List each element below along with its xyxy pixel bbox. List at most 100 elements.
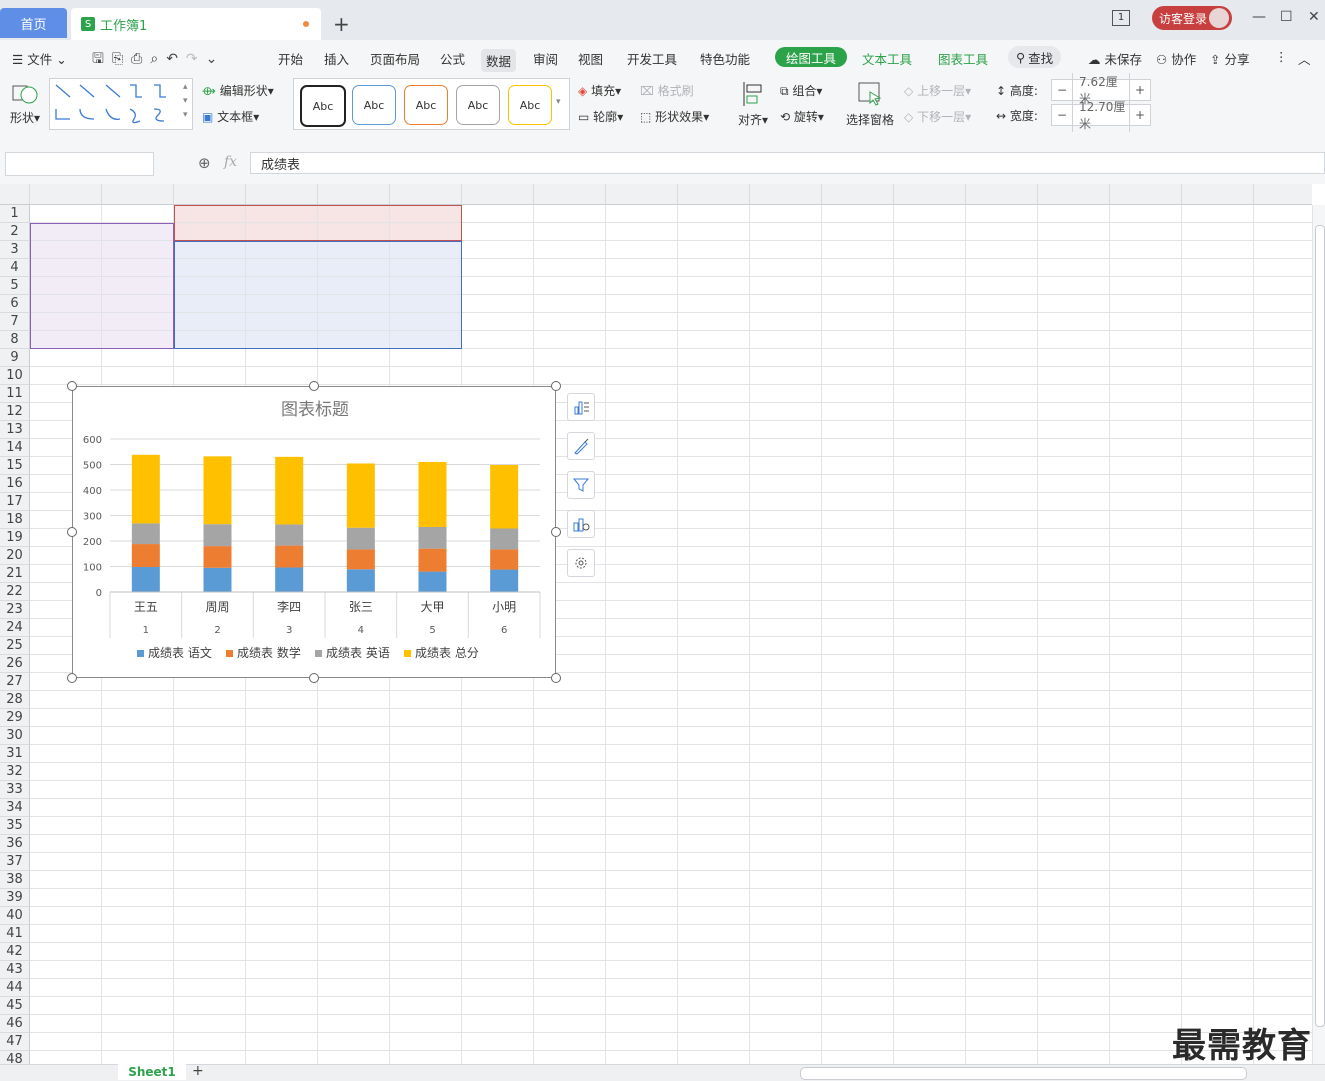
row-header[interactable]: 6 <box>0 295 30 313</box>
sheet-tab[interactable]: Sheet1 <box>118 1064 186 1080</box>
corner-cell[interactable] <box>0 184 30 205</box>
column-header-K[interactable] <box>750 184 822 205</box>
table-cell[interactable] <box>102 313 174 331</box>
height-increase-button[interactable]: + <box>1130 83 1150 97</box>
style-sample-2[interactable]: Abc <box>352 85 396 125</box>
scroll-thumb[interactable] <box>1315 225 1325 1027</box>
row-header[interactable]: 39 <box>0 889 30 907</box>
table-cell[interactable] <box>390 259 462 277</box>
table-cell[interactable] <box>174 295 246 313</box>
bring-forward-button[interactable]: ◇ 上移一层▾ <box>904 82 971 99</box>
height-decrease-button[interactable]: − <box>1052 83 1072 97</box>
row-header[interactable]: 46 <box>0 1015 30 1033</box>
table-cell[interactable] <box>246 295 318 313</box>
column-header-N[interactable] <box>966 184 1038 205</box>
row-header[interactable]: 25 <box>0 637 30 655</box>
row-header[interactable]: 45 <box>0 997 30 1015</box>
menu-insert[interactable]: 插入 <box>324 49 349 68</box>
select-pane-button[interactable]: 选择窗格 <box>846 80 894 128</box>
row-header[interactable]: 26 <box>0 655 30 673</box>
row-header[interactable]: 20 <box>0 547 30 565</box>
table-title[interactable] <box>174 205 462 223</box>
column-header-R[interactable] <box>1254 184 1312 205</box>
row-header[interactable]: 22 <box>0 583 30 601</box>
row-header[interactable]: 44 <box>0 979 30 997</box>
row-header[interactable]: 11 <box>0 385 30 403</box>
row-header[interactable]: 36 <box>0 835 30 853</box>
menu-review[interactable]: 审阅 <box>533 49 558 68</box>
tab-chart-tools[interactable]: 图表工具 <box>938 49 988 68</box>
share-button[interactable]: ⇪ 分享 <box>1210 49 1249 68</box>
style-gallery-more-icon[interactable]: ▾ <box>556 97 561 107</box>
table-cell[interactable] <box>318 295 390 313</box>
style-sample-4[interactable]: Abc <box>456 85 500 125</box>
table-cell[interactable] <box>390 313 462 331</box>
table-cell[interactable] <box>30 241 102 259</box>
chart-filter-button[interactable] <box>567 471 595 499</box>
login-button[interactable]: 访客登录 <box>1152 6 1232 30</box>
table-cell[interactable] <box>318 277 390 295</box>
table-cell[interactable] <box>318 259 390 277</box>
new-tab-button[interactable]: + <box>333 12 350 36</box>
table-cell[interactable] <box>246 331 318 349</box>
name-box[interactable] <box>5 152 154 176</box>
menu-developer[interactable]: 开发工具 <box>627 49 677 68</box>
align-button[interactable]: 对齐▾ <box>736 80 770 128</box>
chart-style-button[interactable] <box>567 432 595 460</box>
width-input[interactable]: 12.70厘米 <box>1072 98 1130 132</box>
row-header[interactable]: 35 <box>0 817 30 835</box>
table-cell[interactable] <box>246 241 318 259</box>
table-cell[interactable] <box>30 313 102 331</box>
table-cell[interactable] <box>174 259 246 277</box>
table-cell[interactable] <box>246 313 318 331</box>
row-header[interactable]: 27 <box>0 673 30 691</box>
width-decrease-button[interactable]: − <box>1052 108 1072 122</box>
column-heading[interactable] <box>246 223 318 241</box>
row-header[interactable]: 9 <box>0 349 30 367</box>
row-header[interactable]: 12 <box>0 403 30 421</box>
menu-start[interactable]: 开始 <box>278 49 303 68</box>
chart-elements-button[interactable] <box>567 393 595 421</box>
shape-button[interactable]: 形状▾ <box>8 80 42 126</box>
row-header[interactable]: 47 <box>0 1033 30 1051</box>
column-header-F[interactable] <box>390 184 462 205</box>
table-cell[interactable] <box>174 277 246 295</box>
column-header-H[interactable] <box>534 184 606 205</box>
zoom-icon[interactable]: ⊕ <box>198 154 211 172</box>
resize-handle[interactable] <box>67 527 77 537</box>
chart-layout-button[interactable] <box>567 510 595 538</box>
row-header[interactable]: 14 <box>0 439 30 457</box>
table-cell[interactable] <box>246 259 318 277</box>
row-header[interactable]: 8 <box>0 331 30 349</box>
gallery-scroll-icon[interactable]: ▴ ▾ ▾ <box>183 80 188 122</box>
row-header[interactable]: 19 <box>0 529 30 547</box>
row-header[interactable]: 5 <box>0 277 30 295</box>
row-header[interactable]: 16 <box>0 475 30 493</box>
row-header[interactable]: 37 <box>0 853 30 871</box>
row-header[interactable]: 7 <box>0 313 30 331</box>
table-cell[interactable] <box>174 313 246 331</box>
edit-shape-button[interactable]: ⟴ 编辑形状▾ <box>202 82 274 99</box>
menu-view[interactable]: 视图 <box>578 49 603 68</box>
table-cell[interactable] <box>174 331 246 349</box>
add-sheet-button[interactable]: + <box>192 1064 204 1078</box>
row-header[interactable]: 3 <box>0 241 30 259</box>
row-header[interactable]: 31 <box>0 745 30 763</box>
table-cell[interactable] <box>246 277 318 295</box>
row-header[interactable]: 48 <box>0 1051 30 1064</box>
shape-style-gallery[interactable]: Abc Abc Abc Abc Abc ▾ <box>293 78 570 130</box>
table-cell[interactable] <box>318 331 390 349</box>
row-header[interactable]: 21 <box>0 565 30 583</box>
page-indicator-icon[interactable]: 1 <box>1112 10 1130 26</box>
column-header-J[interactable] <box>678 184 750 205</box>
table-cell[interactable] <box>390 277 462 295</box>
menu-page-layout[interactable]: 页面布局 <box>370 49 420 68</box>
collapse-ribbon-icon[interactable]: ︿ <box>1298 49 1311 68</box>
width-increase-button[interactable]: + <box>1130 108 1150 122</box>
table-cell[interactable] <box>102 331 174 349</box>
column-header-I[interactable] <box>606 184 678 205</box>
style-sample-3[interactable]: Abc <box>404 85 448 125</box>
resize-handle[interactable] <box>309 673 319 683</box>
tab-text-tools[interactable]: 文本工具 <box>862 49 912 68</box>
table-cell[interactable] <box>30 295 102 313</box>
